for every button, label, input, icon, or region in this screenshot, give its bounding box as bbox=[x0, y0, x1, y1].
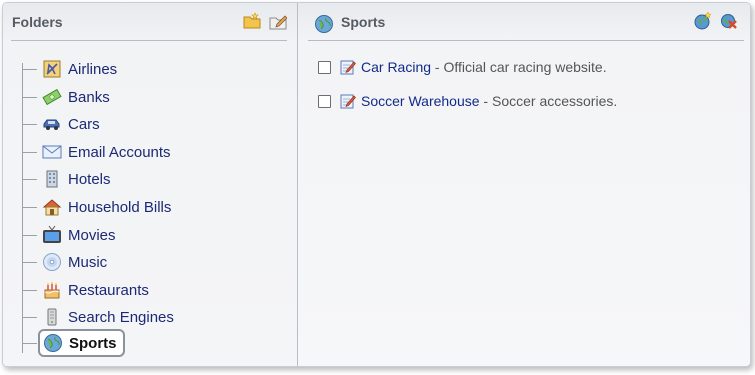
bookmarks-toolbar bbox=[694, 12, 738, 30]
folder-item-cars[interactable]: Cars bbox=[23, 111, 100, 137]
bookmarks-panel: Sports Car Racing - Official car racing … bbox=[298, 3, 750, 366]
folder-item-search-engines[interactable]: Search Engines bbox=[23, 304, 174, 330]
folder-item-restaurants[interactable]: Restaurants bbox=[23, 277, 149, 303]
folder-item-airlines[interactable]: Airlines bbox=[23, 56, 117, 82]
folder-item-email-accounts[interactable]: Email Accounts bbox=[23, 139, 171, 165]
bookmark-checkbox[interactable] bbox=[318, 60, 331, 74]
globe-icon bbox=[315, 15, 333, 33]
folders-title: Folders bbox=[12, 14, 63, 30]
edit-folder-icon[interactable] bbox=[269, 12, 287, 30]
money-icon bbox=[42, 88, 62, 106]
bookmark-row: Soccer Warehouse - Soccer accessories. bbox=[318, 93, 617, 109]
new-folder-icon[interactable] bbox=[243, 12, 261, 30]
cd-icon bbox=[43, 253, 61, 271]
panel-title: Sports bbox=[341, 14, 386, 30]
app-window: Folders Airlines Banks Cars Email Accoun… bbox=[2, 2, 751, 367]
folder-item-movies[interactable]: Movies bbox=[23, 222, 116, 248]
bookmark-description: - Soccer accessories. bbox=[479, 93, 618, 109]
folders-divider bbox=[11, 40, 287, 41]
house-icon bbox=[42, 199, 62, 216]
folder-item-music[interactable]: Music bbox=[23, 249, 107, 275]
car-icon bbox=[43, 119, 60, 130]
envelope-icon bbox=[42, 145, 62, 159]
bookmark-link-soccer-warehouse[interactable]: Soccer Warehouse bbox=[361, 93, 480, 109]
airplane-icon bbox=[43, 60, 61, 78]
selected-folder-highlight: Sports bbox=[38, 329, 125, 357]
tv-icon bbox=[43, 225, 61, 243]
folders-panel: Folders Airlines Banks Cars Email Accoun… bbox=[3, 3, 298, 366]
bookmark-checkbox[interactable] bbox=[318, 94, 331, 108]
folder-item-hotels[interactable]: Hotels bbox=[23, 166, 111, 192]
server-icon bbox=[47, 308, 57, 326]
panel-divider bbox=[308, 40, 744, 41]
folder-item-household-bills[interactable]: Household Bills bbox=[23, 194, 171, 220]
add-bookmark-icon[interactable] bbox=[694, 12, 712, 30]
remove-icon[interactable] bbox=[720, 12, 738, 30]
edit-bookmark-icon[interactable] bbox=[340, 93, 356, 109]
folder-item-sports[interactable]: Sports bbox=[23, 329, 125, 357]
folders-toolbar bbox=[243, 12, 287, 30]
bookmark-row: Car Racing - Official car racing website… bbox=[318, 59, 607, 75]
folder-item-banks[interactable]: Banks bbox=[23, 84, 110, 110]
bookmark-description: - Official car racing website. bbox=[431, 59, 607, 75]
globe-icon bbox=[44, 334, 62, 352]
bookmark-link-car-racing[interactable]: Car Racing bbox=[361, 59, 431, 75]
cake-icon bbox=[44, 282, 60, 299]
building-icon bbox=[46, 170, 58, 188]
edit-bookmark-icon[interactable] bbox=[340, 59, 356, 75]
